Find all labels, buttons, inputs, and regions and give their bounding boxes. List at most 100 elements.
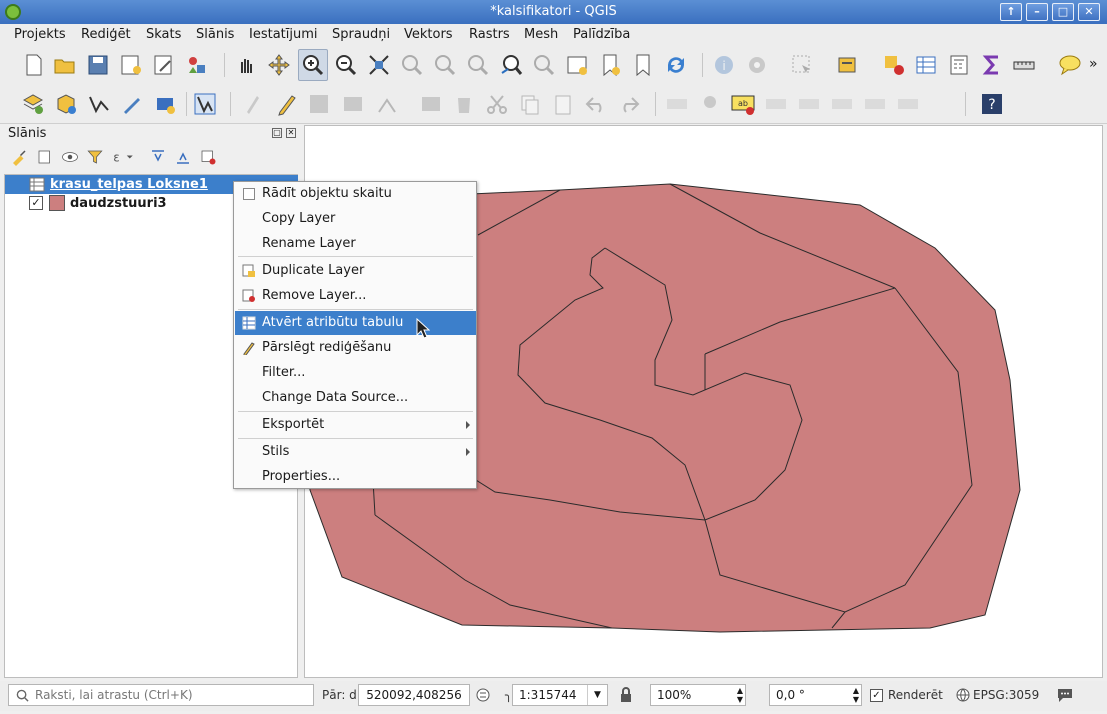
maximize-up-icon[interactable]: ↑ [1000,3,1022,21]
layout-manager-icon[interactable] [152,53,176,77]
show-feature-count-checkbox[interactable] [243,188,255,200]
menu-item-filter[interactable]: Filter... [235,361,476,385]
menu-item-change-data-source[interactable]: Change Data Source... [235,386,476,410]
vertex-tool-icon[interactable] [87,92,111,116]
menu-item-styles[interactable]: Stils [235,440,476,464]
help-icon[interactable]: ? [980,92,1004,116]
change-label-icon[interactable] [896,92,920,116]
save-project-icon[interactable] [86,53,110,77]
modify-attributes-icon[interactable] [419,92,443,116]
statistical-summary-icon[interactable] [980,53,1004,77]
menu-skats[interactable]: Skats [146,27,181,42]
menu-item-open-attribute-table[interactable]: Atvērt atribūtu tabulu [235,311,476,335]
menu-projekts[interactable]: Projekts [14,27,66,42]
copy-features-icon[interactable] [518,92,542,116]
identify-icon[interactable]: i [712,53,736,77]
pan-map-icon[interactable] [234,53,258,77]
close-button[interactable]: ✕ [1078,3,1100,21]
menu-mesh[interactable]: Mesh [524,27,558,42]
restore-button[interactable]: □ [1052,3,1074,21]
manage-visibility-icon[interactable] [61,148,79,166]
expand-all-icon[interactable] [149,148,167,166]
zoom-to-layer-icon[interactable] [433,53,457,77]
remove-layer-icon[interactable] [199,148,217,166]
run-action-icon[interactable] [745,53,769,77]
menu-item-remove-layer[interactable]: Remove Layer... [235,284,476,308]
pan-to-selection-icon[interactable] [267,53,291,77]
close-panel-icon[interactable]: ✕ [286,128,296,138]
zoom-native-icon[interactable] [466,53,490,77]
zoom-full-icon[interactable] [367,53,391,77]
menu-item-duplicate-layer[interactable]: Duplicate Layer [235,259,476,283]
refresh-icon[interactable] [664,53,688,77]
open-project-icon[interactable] [53,53,77,77]
new-map-view-icon[interactable] [565,53,589,77]
menu-item-properties[interactable]: Properties... [235,465,476,489]
style-layer-icon[interactable] [10,148,28,166]
layer-labeling-icon[interactable]: ab [731,92,755,116]
menu-rastrs[interactable]: Rastrs [469,27,510,42]
toolbar-overflow-icon[interactable]: » [1089,56,1098,72]
menu-slanis[interactable]: Slānis [196,27,234,42]
crs-globe-icon[interactable] [956,688,970,702]
add-feature-icon[interactable] [341,92,365,116]
zoom-in-icon[interactable] [301,53,325,77]
messages-icon[interactable] [1056,687,1074,703]
rotation-spin-icon[interactable]: ▲ ▼ [853,686,859,704]
menu-iestatijumi[interactable]: Iestatījumi [249,27,318,42]
float-panel-icon[interactable]: ▢ [272,128,282,138]
collapse-all-icon[interactable] [174,148,192,166]
scale-dropdown-icon[interactable]: ▼ [587,685,607,705]
menu-item-rename-layer[interactable]: Rename Layer [235,232,476,256]
render-checkbox[interactable]: ✓ [870,689,883,702]
zoom-to-selection-icon[interactable] [400,53,424,77]
locator-search-input[interactable]: Raksti, lai atrastu (Ctrl+K) [8,684,314,706]
zoom-next-icon[interactable] [532,53,556,77]
menu-item-show-feature-count[interactable]: Rādīt objektu skaitu [235,182,476,206]
new-print-layout-icon[interactable] [119,53,143,77]
move-label-icon[interactable] [830,92,854,116]
minimize-button[interactable]: – [1026,3,1048,21]
new-bookmark-icon[interactable] [598,53,622,77]
deselect-all-icon[interactable] [882,53,906,77]
measure-line-icon[interactable] [1012,53,1036,77]
field-calculator-icon[interactable] [947,53,971,77]
menu-vektors[interactable]: Vektors [404,27,453,42]
style-manager-icon[interactable] [185,53,209,77]
delete-selected-icon[interactable] [452,92,476,116]
new-project-icon[interactable] [22,53,46,77]
crs-label[interactable]: EPSG:3059 [973,688,1039,702]
show-hide-labels-icon[interactable] [797,92,821,116]
redo-icon[interactable] [617,92,641,116]
virtual-layer-icon[interactable] [153,92,177,116]
current-edits-icon[interactable] [243,92,267,116]
menu-item-copy-layer[interactable]: Copy Layer [235,207,476,231]
add-group-icon[interactable] [36,148,54,166]
save-edits-icon[interactable] [307,92,331,116]
attribute-table-icon[interactable] [914,53,938,77]
zoom-out-icon[interactable] [334,53,358,77]
new-geopackage-icon[interactable] [54,92,78,116]
paste-features-icon[interactable] [551,92,575,116]
menu-palidziba[interactable]: Palīdzība [573,27,630,42]
label-pin-icon[interactable] [698,92,722,116]
layer-visibility-checkbox[interactable]: ✓ [29,196,43,210]
coordinate-field[interactable]: 520092,408256 [358,684,470,706]
select-by-value-icon[interactable] [836,53,860,77]
lock-scale-icon[interactable] [619,687,633,703]
rotation-field[interactable]: 0,0 ° ▲ ▼ [769,684,862,706]
filter-legend-icon[interactable] [86,148,104,166]
highlight-pinned-labels-icon[interactable] [764,92,788,116]
label-toolbar-icon[interactable] [665,92,689,116]
menu-rediget[interactable]: Rediģēt [81,27,131,42]
menu-item-toggle-editing[interactable]: Pārslēgt rediģēšanu [235,336,476,360]
digitize-trace-icon[interactable] [120,92,144,116]
cut-features-icon[interactable] [485,92,509,116]
map-tips-icon[interactable] [1058,53,1082,77]
menu-spraudni[interactable]: Spraudņi [332,27,390,42]
show-bookmarks-icon[interactable] [631,53,655,77]
select-features-icon[interactable] [790,53,814,77]
magnifier-field[interactable]: 100% ▲ ▼ [650,684,746,706]
georeferencer-icon[interactable] [193,92,217,116]
zoom-last-icon[interactable] [499,53,523,77]
